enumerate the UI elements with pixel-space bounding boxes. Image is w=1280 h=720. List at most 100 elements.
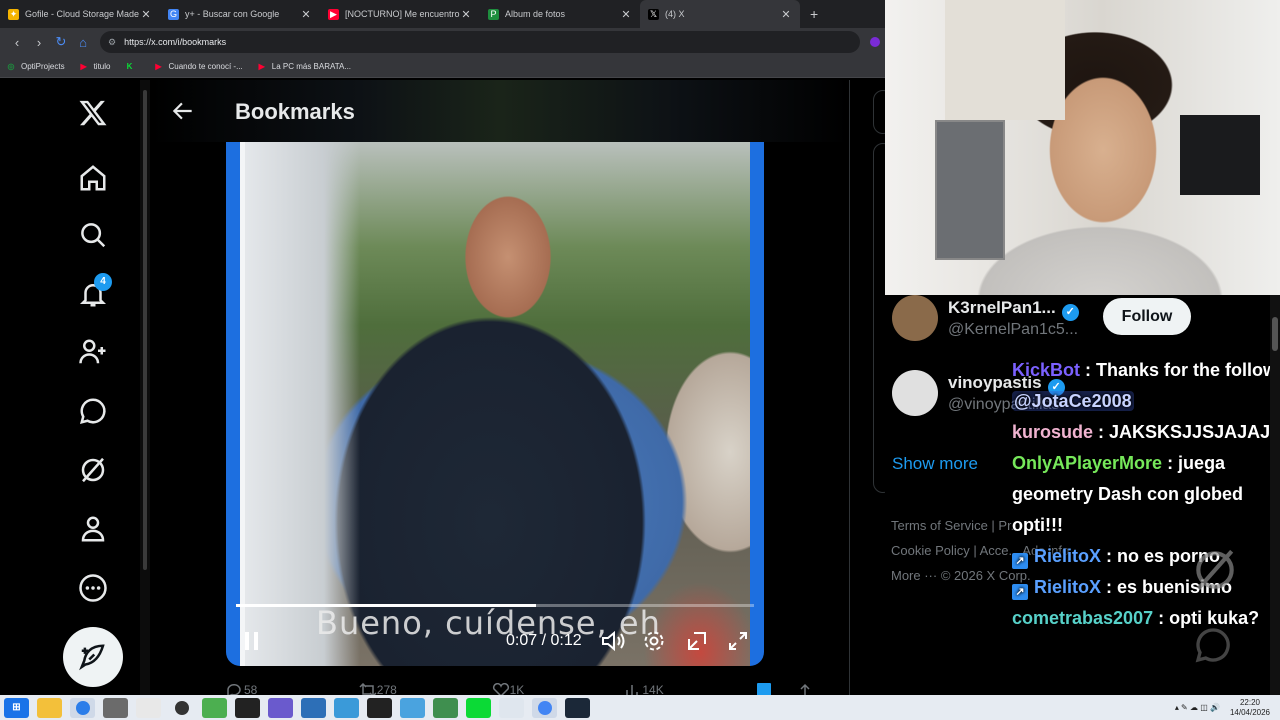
views-count: 14K: [642, 683, 664, 695]
pause-icon[interactable]: [242, 629, 262, 653]
bookmark-item[interactable]: K: [124, 62, 139, 72]
tab-favicon-icon: ▶: [328, 8, 339, 20]
bookmark-item[interactable]: ▶ Cuando te conocí -...: [153, 62, 242, 72]
home-nav-icon[interactable]: [70, 155, 116, 201]
app-icon[interactable]: [499, 697, 524, 718]
x-logo-icon[interactable]: [70, 90, 116, 136]
filezilla-icon[interactable]: [367, 697, 392, 718]
chat-text: : JAKSKSJJSJAJAJ: [1093, 422, 1271, 442]
tab-title: Album de fotos: [505, 9, 566, 19]
bookmark-item[interactable]: ▶ La PC más BARATA...: [257, 62, 351, 72]
compose-post-button[interactable]: [63, 627, 123, 687]
url-field[interactable]: ⚙ https://x.com/i/bookmarks: [100, 31, 860, 53]
app-icon[interactable]: [433, 697, 458, 718]
photos-icon[interactable]: [400, 697, 425, 718]
settings-gear-icon[interactable]: [642, 629, 666, 653]
clock[interactable]: 22:20 14/04/2026: [1230, 698, 1270, 718]
site-info-icon[interactable]: ⚙: [108, 37, 116, 48]
more-options-icon[interactable]: [70, 565, 116, 611]
app-icon[interactable]: [136, 697, 161, 718]
reply-button[interactable]: 58: [226, 680, 359, 695]
windows-taskbar: ⊞ ▴ ✎ ☁ ◫ 🔊 22:20 14/04/2026: [0, 695, 1280, 720]
browser-tab[interactable]: Gy+ - Buscar con Google ✕: [160, 0, 320, 28]
kick-icon[interactable]: [466, 697, 491, 718]
edge-browser-icon[interactable]: [70, 697, 95, 718]
views-button[interactable]: 14K: [624, 680, 757, 695]
tab-favicon-icon: P: [488, 8, 499, 20]
new-tab-button[interactable]: +: [800, 6, 828, 22]
heart-icon: [492, 683, 509, 695]
bookmark-button[interactable]: [757, 680, 796, 695]
sidebar-scrollbar[interactable]: [140, 80, 150, 695]
tab-close-icon[interactable]: ✕: [140, 8, 152, 21]
repost-icon: [359, 683, 377, 695]
chat-badge-icon: ↗: [1012, 584, 1028, 600]
app-icon[interactable]: [268, 697, 293, 718]
video-progress-bar[interactable]: [236, 604, 754, 607]
bookmark-item[interactable]: ▶ titulo: [79, 62, 111, 72]
chat-message: KickBot : Thanks for the follow @JotaCe2…: [1012, 355, 1280, 417]
notifications-bell-icon[interactable]: 4: [70, 271, 116, 317]
video-time: 0:07 / 0:12: [506, 632, 582, 649]
profile-icon[interactable]: [70, 506, 116, 552]
back-arrow-icon[interactable]: ‹: [6, 35, 28, 50]
tab-close-icon[interactable]: ✕: [460, 8, 472, 21]
tab-close-icon[interactable]: ✕: [780, 8, 792, 21]
like-button[interactable]: 1K: [492, 680, 625, 695]
app-icon[interactable]: [301, 697, 326, 718]
messages-bubble-icon[interactable]: [70, 388, 116, 434]
browser-tab[interactable]: ✦ Gofile - Cloud Storage Made Si ✕: [0, 0, 160, 28]
browser-tab[interactable]: ▶ [NOCTURNO] Me encuentro co ✕: [320, 0, 480, 28]
main-column: Bookmarks Bueno, cuídense, eh 0:07 / 0:1…: [150, 80, 850, 695]
bookmark-favicon-icon: ◎: [7, 61, 15, 71]
app-icon[interactable]: [103, 697, 128, 718]
obs-icon[interactable]: [169, 698, 194, 718]
home-icon[interactable]: ⌂: [72, 35, 94, 50]
terminal-icon[interactable]: [235, 697, 260, 718]
volume-icon[interactable]: [600, 629, 626, 653]
back-arrow-icon[interactable]: [170, 98, 196, 124]
show-more-link[interactable]: Show more: [892, 454, 978, 474]
picture-in-picture-icon[interactable]: [685, 629, 709, 653]
grok-icon[interactable]: [70, 447, 116, 493]
follow-person-icon[interactable]: [70, 329, 116, 375]
chat-username: kurosude: [1012, 422, 1094, 442]
video-frame-edge: [240, 142, 245, 666]
chrome-icon[interactable]: [532, 697, 557, 718]
tray-icons[interactable]: ▴ ✎ ☁ ◫ 🔊: [1175, 703, 1220, 712]
chat-username: KickBot: [1012, 360, 1081, 380]
reload-icon[interactable]: ↻: [50, 34, 72, 50]
extension-icon[interactable]: [870, 37, 880, 47]
bookmark-item[interactable]: ◎ OptiProjects: [6, 62, 65, 72]
bookmark-label: OptiProjects: [21, 62, 65, 71]
share-button[interactable]: [796, 680, 826, 695]
bookmarks-bar: ◎ OptiProjects ▶ titulo K ▶ Cuando te conocí -…: [0, 56, 885, 78]
video-progress-fill: [236, 604, 537, 607]
chat-message: OnlyAPlayerMore : juega geometry Dash co…: [1012, 448, 1280, 541]
verified-badge-icon: ✓: [1061, 303, 1079, 321]
follow-button[interactable]: Follow: [1103, 298, 1191, 335]
bookmark-label: La PC más BARATA...: [271, 62, 352, 71]
tab-close-icon[interactable]: ✕: [300, 8, 312, 21]
follow-suggestion[interactable]: K3rnelPan1... ✓ @KernelPan1c5...: [892, 295, 1079, 341]
chat-bubble-watermark-icon: [1195, 628, 1230, 663]
tab-close-icon[interactable]: ✕: [620, 8, 632, 21]
browser-tab[interactable]: P Album de fotos ✕: [480, 0, 640, 28]
page-scrollbar[interactable]: [1270, 295, 1280, 695]
explore-search-icon[interactable]: [70, 212, 116, 258]
webcam-pc-tower: [935, 120, 1005, 260]
steam-icon[interactable]: [565, 697, 590, 718]
stream-chat-overlay: KickBot : Thanks for the follow @JotaCe2…: [1012, 355, 1280, 720]
repost-button[interactable]: 278: [359, 680, 492, 695]
fullscreen-icon[interactable]: [726, 629, 750, 653]
browser-tab[interactable]: 𝕏 (4) X ✕: [640, 0, 800, 28]
notepad-icon[interactable]: [202, 697, 227, 718]
browser-address-bar: ‹ › ↻ ⌂ ⚙ https://x.com/i/bookmarks: [0, 28, 885, 56]
app-icon[interactable]: [334, 697, 359, 718]
tab-title: (4) X: [665, 9, 685, 19]
video-player[interactable]: Bueno, cuídense, eh 0:07 / 0:12: [226, 142, 764, 666]
start-windows-icon[interactable]: ⊞: [4, 697, 29, 718]
forward-arrow-icon[interactable]: ›: [28, 35, 50, 50]
page-header: Bookmarks: [150, 80, 849, 142]
file-explorer-icon[interactable]: [37, 697, 62, 718]
